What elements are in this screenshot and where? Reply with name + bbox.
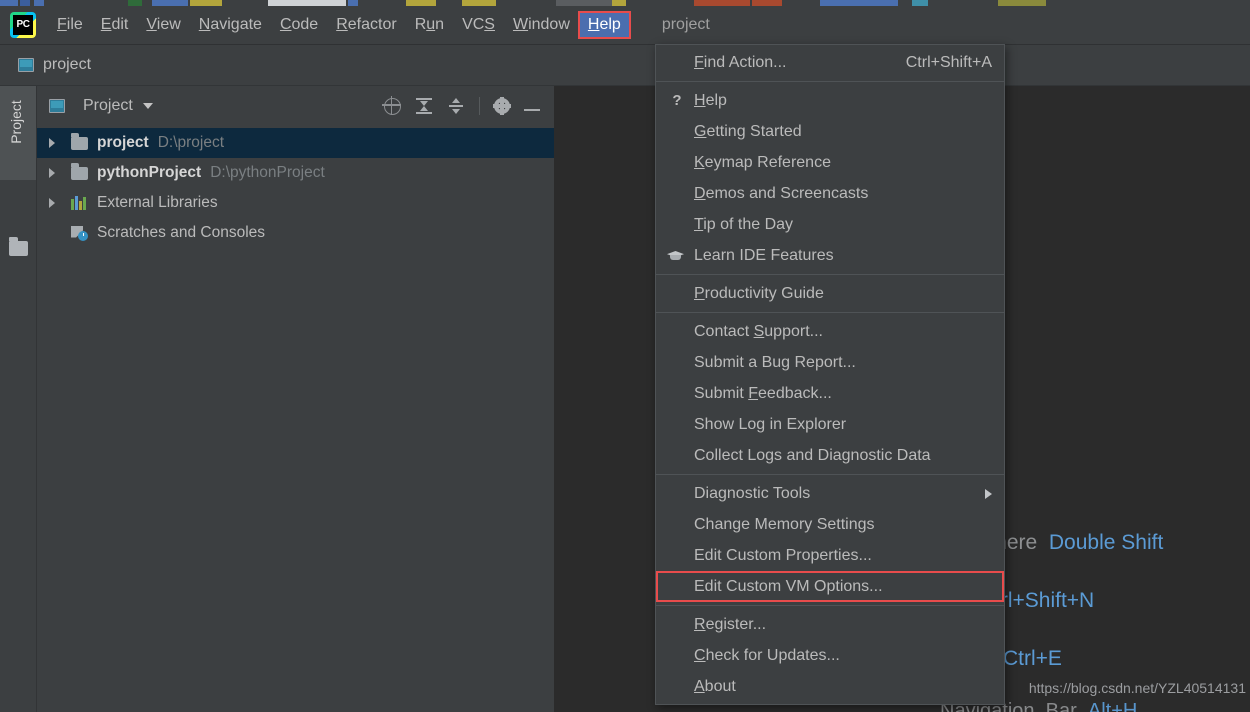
menu-refactor[interactable]: Refactor (327, 12, 405, 38)
breadcrumb-project[interactable]: project (18, 56, 91, 74)
settings-gear-icon[interactable] (493, 97, 511, 115)
tree-row[interactable]: pythonProject D:\pythonProject (37, 158, 554, 188)
chevron-down-icon[interactable] (142, 103, 153, 109)
project-panel-title: Project (83, 97, 133, 114)
menu-code[interactable]: Code (271, 12, 327, 38)
menu-item-contact-support[interactable]: Contact Support... (656, 316, 1004, 347)
main-menu-bar: File Edit View Navigate Code Refactor Ru… (0, 6, 1250, 45)
menu-item-help[interactable]: ? Help (656, 85, 1004, 116)
tree-row[interactable]: External Libraries (37, 188, 554, 218)
menu-item-show-log-in-explorer[interactable]: Show Log in Explorer (656, 409, 1004, 440)
tree-item-label: project (97, 134, 149, 151)
menu-item-diagnostic-tools[interactable]: Diagnostic Tools (656, 478, 1004, 509)
module-icon (18, 58, 34, 72)
scratch-icon (71, 226, 88, 241)
menu-item-label: Show Log in Explorer (694, 415, 847, 433)
pycharm-logo-icon (10, 12, 36, 38)
folder-icon (71, 133, 88, 150)
expand-all-icon[interactable] (415, 97, 433, 115)
menu-item-register[interactable]: Register... (656, 609, 1004, 640)
menu-help[interactable]: Help (577, 11, 631, 39)
select-opened-file-icon[interactable] (382, 95, 401, 115)
menu-separator (656, 474, 1004, 475)
menu-item-label: Change Memory Settings (694, 515, 875, 533)
tree-row[interactable]: Scratches and Consoles (37, 218, 554, 248)
tree-item-label: pythonProject (97, 164, 202, 181)
menu-edit[interactable]: Edit (92, 12, 138, 38)
menu-item-tip-of-the-day[interactable]: Tip of the Day (656, 209, 1004, 240)
hint-go-to-file: trl+Shift+N (995, 589, 1095, 612)
menu-separator (656, 81, 1004, 82)
tree-item-label: External Libraries (97, 194, 218, 211)
menu-item-label: Edit Custom VM Options... (694, 577, 883, 595)
menu-separator (656, 312, 1004, 313)
hide-panel-icon[interactable] (524, 109, 540, 111)
tree-item-path: D:\project (157, 134, 225, 151)
project-tool-window: Project project D:\project pythonProject… (37, 86, 555, 712)
menu-item-collect-logs-and-diagnostic-data[interactable]: Collect Logs and Diagnostic Data (656, 440, 1004, 471)
menu-run[interactable]: Run (406, 12, 453, 38)
folder-icon (71, 163, 88, 180)
menu-item-label: Collect Logs and Diagnostic Data (694, 446, 931, 464)
project-panel-actions (382, 95, 546, 115)
window-title: project (661, 16, 710, 33)
graduation-cap-icon (667, 251, 684, 260)
chevron-right-icon[interactable] (49, 138, 55, 148)
hint-search-everywhere: where Double Shift (980, 531, 1164, 554)
menu-item-accel: Ctrl+Shift+A (905, 53, 992, 71)
watermark-url: https://blog.csdn.net/YZL40514131 (1028, 680, 1246, 696)
menu-item-edit-custom-properties[interactable]: Edit Custom Properties... (656, 540, 1004, 571)
menu-item-demos-and-screencasts[interactable]: Demos and Screencasts (656, 178, 1004, 209)
menu-item-productivity-guide[interactable]: Productivity Guide (656, 278, 1004, 309)
tree-item-path: D:\pythonProject (210, 164, 325, 181)
menu-item-check-for-updates[interactable]: Check for Updates... (656, 640, 1004, 671)
project-stripe-selected[interactable]: Project (0, 86, 36, 180)
menu-item-label: Diagnostic Tools (694, 484, 811, 502)
menu-item-edit-custom-vm-options[interactable]: Edit Custom VM Options... (656, 571, 1004, 602)
project-panel-header: Project (37, 86, 554, 126)
navigation-bar: project (0, 45, 1250, 86)
toolbar-divider (479, 97, 480, 115)
menu-separator (656, 605, 1004, 606)
tree-row[interactable]: project D:\project (37, 128, 554, 158)
chevron-right-icon[interactable] (49, 168, 55, 178)
tree-item-label: Scratches and Consoles (97, 224, 266, 241)
structure-folder-icon[interactable] (9, 237, 28, 256)
menu-item-getting-started[interactable]: Getting Started (656, 116, 1004, 147)
menu-navigate[interactable]: Navigate (190, 12, 271, 38)
project-tree: project D:\project pythonProject D:\pyth… (37, 126, 554, 248)
chevron-right-icon[interactable] (49, 198, 55, 208)
menu-item-label: Edit Custom Properties... (694, 546, 872, 564)
menu-item-label: Submit a Bug Report... (694, 353, 856, 371)
help-dropdown-menu: Find Action... Ctrl+Shift+A ? Help Getti… (655, 44, 1005, 705)
submenu-arrow-icon (985, 488, 992, 499)
hint-recent-files: Ctrl+E (1003, 647, 1062, 670)
library-icon (71, 196, 88, 210)
collapse-all-icon[interactable] (447, 97, 465, 115)
menu-item-change-memory-settings[interactable]: Change Memory Settings (656, 509, 1004, 540)
menu-item-submit-feedback[interactable]: Submit Feedback... (656, 378, 1004, 409)
project-view-icon (49, 99, 65, 113)
menu-item-keymap-reference[interactable]: Keymap Reference (656, 147, 1004, 178)
tool-window-tab-project[interactable]: Project (8, 82, 24, 162)
menu-window[interactable]: Window (504, 12, 579, 38)
breadcrumb-label: project (43, 56, 92, 73)
menu-separator (656, 274, 1004, 275)
menu-item-label: Learn IDE Features (694, 246, 834, 264)
menu-item-learn-ide-features[interactable]: Learn IDE Features (656, 240, 1004, 271)
menu-vcs[interactable]: VCS (453, 12, 504, 38)
menu-item-submit-a-bug-report[interactable]: Submit a Bug Report... (656, 347, 1004, 378)
menu-file[interactable]: File (48, 12, 92, 38)
left-tool-window-strip: Project (0, 86, 37, 712)
pycharm-window: File Edit View Navigate Code Refactor Ru… (0, 0, 1250, 712)
menu-item-find-action[interactable]: Find Action... Ctrl+Shift+A (656, 47, 1004, 78)
menu-view[interactable]: View (137, 12, 189, 38)
menu-item-about[interactable]: About (656, 671, 1004, 702)
question-mark-icon: ? (672, 92, 682, 109)
